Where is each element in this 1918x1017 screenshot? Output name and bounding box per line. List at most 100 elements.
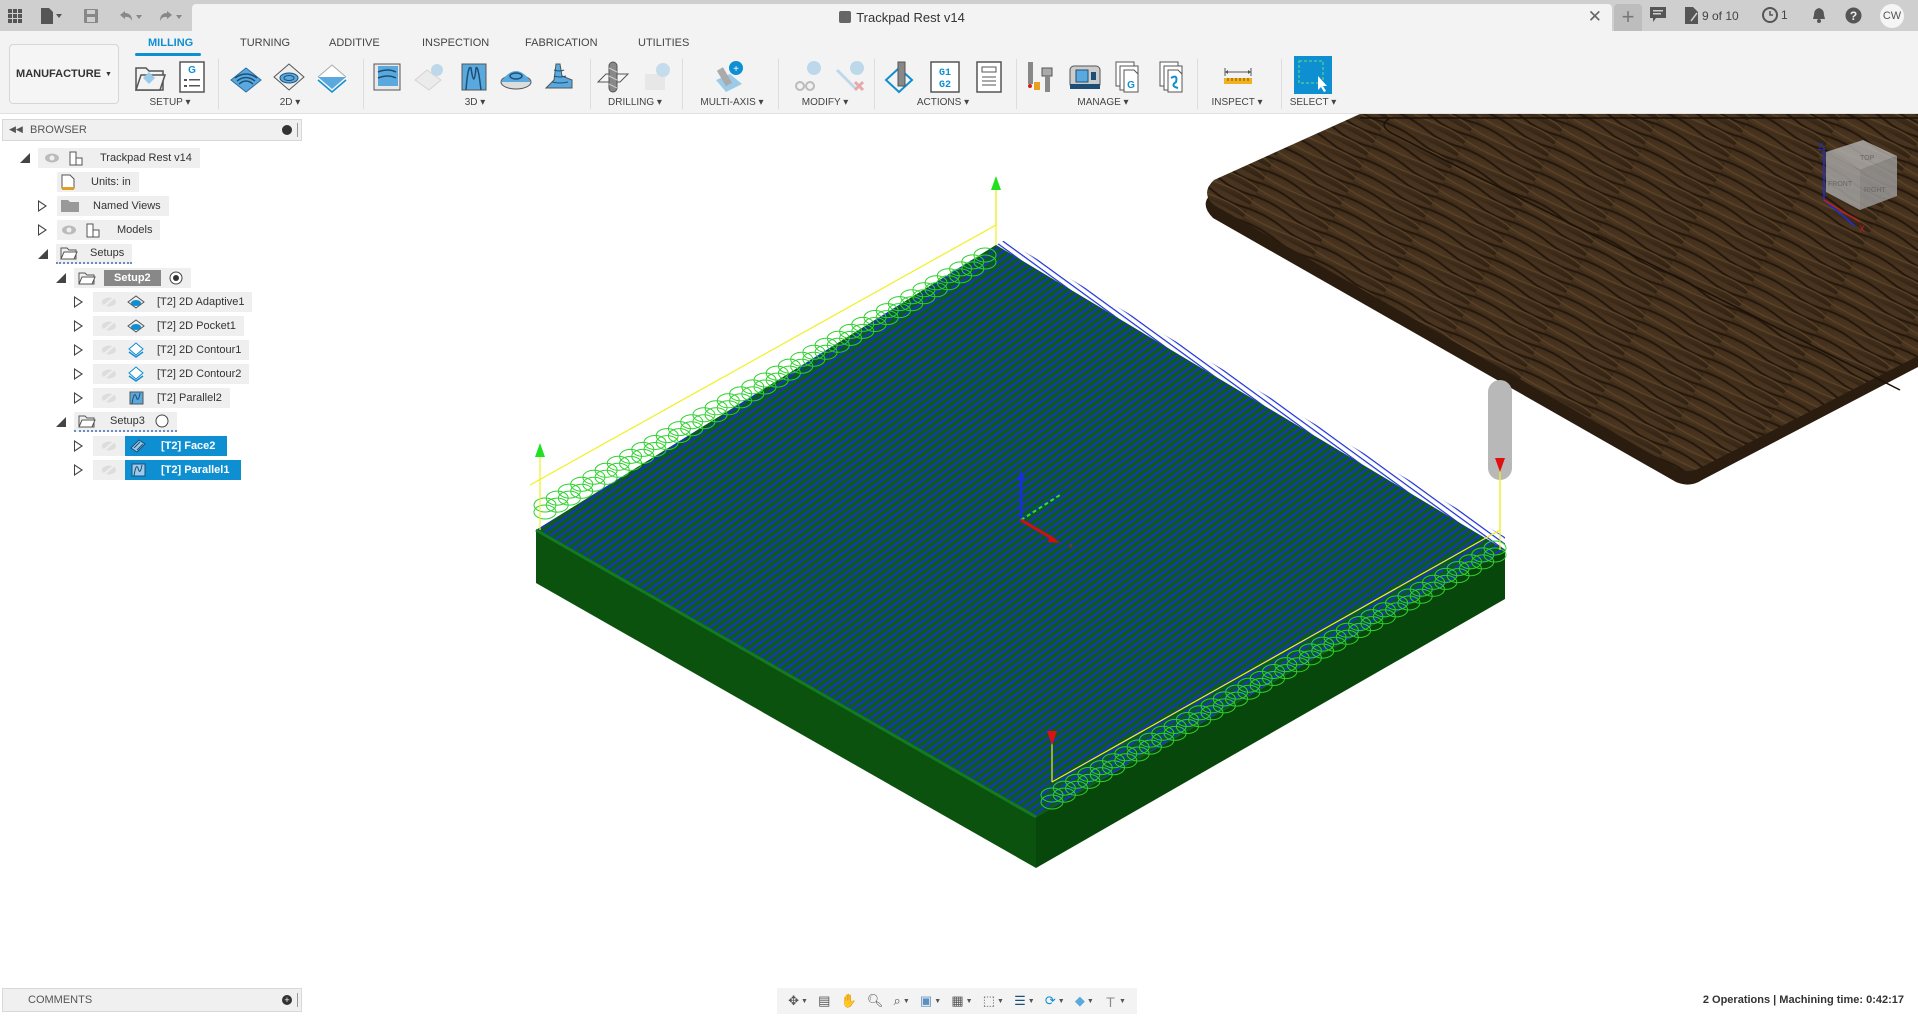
post-process-icon[interactable]: G1G2 [928,60,962,94]
tree-item-operation[interactable]: [T2] 2D Contour2 [74,364,250,384]
add-comment-icon[interactable]: + [282,995,292,1005]
tree-item-units[interactable]: Units: in [57,172,139,192]
comments-button[interactable] [1650,7,1666,22]
drill-disabled-icon[interactable] [639,60,673,94]
tree-item-setup2[interactable]: Setup2 [56,268,191,288]
collapse-triangle-icon[interactable] [38,249,48,259]
modify-cut-icon[interactable] [790,60,824,94]
active-setup-radio-icon[interactable] [169,271,183,285]
minimize-panel-icon[interactable] [282,125,292,135]
2d-adaptive-icon[interactable] [229,60,263,94]
toolpath-button[interactable]: ◆ ▼ [1075,993,1094,1009]
workspace-switcher[interactable]: MANUFACTURE ▼ [9,44,119,104]
new-setup-icon[interactable] [133,60,167,94]
select-window-icon[interactable] [1294,56,1332,94]
tree-item-operation[interactable]: [T2] Parallel2 [74,388,230,408]
stock-block[interactable] [535,245,1505,868]
expand-triangle-icon[interactable] [74,344,84,356]
viewcube-top-label[interactable]: TOP [1860,155,1875,162]
setup-group-label[interactable]: SETUP ▾ [140,97,200,108]
hidden-eye-icon[interactable] [101,440,117,452]
3d-adaptive-icon[interactable] [370,60,404,94]
job-status-button[interactable]: 9 of 10 [1685,7,1739,24]
collapse-triangle-icon[interactable] [56,417,66,427]
tree-item-operation[interactable]: [T2] 2D Adaptive1 [74,292,253,312]
simulate-icon[interactable] [884,60,918,94]
collapse-triangle-icon[interactable] [20,153,30,163]
setup-sheet-icon[interactable] [972,60,1006,94]
drilling-group-label[interactable]: DRILLING ▾ [600,97,670,108]
hidden-eye-icon[interactable] [101,464,117,476]
expand-triangle-icon[interactable] [74,296,84,308]
tree-item-named-views[interactable]: Named Views [38,196,169,216]
visibility-eye-icon[interactable] [61,224,77,236]
2d-group-label[interactable]: 2D ▾ [270,97,310,108]
zoom-button[interactable]: 🔍︎ [867,993,884,1009]
template-library-icon[interactable] [1156,60,1190,94]
undo-button[interactable] [118,7,144,24]
multi-axis-group-label[interactable]: MULTI-AXIS ▾ [692,97,772,108]
redo-button[interactable] [158,7,184,24]
fit-button[interactable]: ⌕ ▼ [894,993,910,1009]
grid-button[interactable]: ▦ ▼ [951,993,972,1009]
modify-group-label[interactable]: MODIFY ▾ [790,97,860,108]
manage-group-label[interactable]: MANAGE ▾ [1068,97,1138,108]
expand-triangle-icon[interactable] [74,464,84,476]
parallel-icon[interactable] [456,60,490,94]
tree-item-root[interactable]: Trackpad Rest v14 [20,148,200,168]
viewcube-right-label[interactable]: RIGHT [1864,187,1887,194]
tab-inspection[interactable]: INSPECTION [422,37,489,49]
panel-resize-handle[interactable] [297,993,298,1007]
tree-item-operation[interactable]: [T2] 2D Pocket1 [74,316,244,336]
tree-item-operation-selected[interactable]: [T2] Face2 [74,436,228,456]
tree-item-operation[interactable]: [T2] 2D Contour1 [74,340,250,360]
expand-triangle-icon[interactable] [74,368,84,380]
comments-panel-header[interactable]: COMMENTS + [2,988,302,1012]
tree-item-setups[interactable]: Setups [38,244,133,264]
drill-icon[interactable] [596,60,630,94]
tree-item-models[interactable]: Models [38,220,161,240]
expand-triangle-icon[interactable] [74,440,84,452]
view-cube-button[interactable]: ⬚ ▼ [983,993,1004,1009]
multi-axis-icon[interactable]: + [712,60,746,94]
tool-library-icon[interactable] [1024,60,1058,94]
post-library-icon[interactable]: G [1112,60,1146,94]
tab-milling[interactable]: MILLING [148,37,193,49]
file-menu-button[interactable] [40,7,64,24]
hidden-eye-icon[interactable] [101,344,117,356]
tree-item-setup3[interactable]: Setup3 [56,412,177,432]
nc-program-icon[interactable]: G [175,60,209,94]
hidden-eye-icon[interactable] [101,320,117,332]
display-settings-button[interactable]: ▣ ▼ [920,993,941,1009]
actions-group-label[interactable]: ACTIONS ▾ [908,97,978,108]
help-button[interactable]: ? [1845,7,1862,24]
expand-triangle-icon[interactable] [74,320,84,332]
select-group-label[interactable]: SELECT ▾ [1281,97,1345,108]
tab-utilities[interactable]: UTILITIES [638,37,689,49]
tab-turning[interactable]: TURNING [240,37,290,49]
tree-item-operation-selected[interactable]: [T2] Parallel1 [74,460,242,480]
3d-pocket-disabled-icon[interactable] [413,60,447,94]
expand-triangle-icon[interactable] [38,224,48,236]
3d-group-label[interactable]: 3D ▾ [455,97,495,108]
visibility-eye-icon[interactable] [44,152,60,164]
expand-triangle-icon[interactable] [38,200,48,212]
collapse-panel-icon[interactable]: ◀◀ [9,124,23,135]
collapse-triangle-icon[interactable] [56,273,66,283]
3d-viewport[interactable]: x TOP FRONT RIGHT Z X [0,114,1918,984]
refresh-button[interactable]: ⟳ ▼ [1045,993,1065,1009]
tab-additive[interactable]: ADDITIVE [329,37,380,49]
apps-grid-icon[interactable] [8,7,22,24]
hidden-eye-icon[interactable] [101,392,117,404]
look-at-button[interactable]: ▤ [818,993,830,1009]
inspect-group-label[interactable]: INSPECT ▾ [1205,97,1269,108]
document-tab[interactable]: Trackpad Rest v14 ✕ [192,4,1612,31]
inactive-setup-radio-icon[interactable] [155,414,169,428]
scallop-icon[interactable] [542,60,576,94]
new-tab-button[interactable]: + [1614,4,1642,31]
save-button[interactable] [84,7,98,24]
2d-contour-icon[interactable] [315,60,349,94]
hidden-eye-icon[interactable] [101,368,117,380]
modify-delete-icon[interactable] [833,60,867,94]
close-tab-button[interactable]: ✕ [1588,7,1602,27]
